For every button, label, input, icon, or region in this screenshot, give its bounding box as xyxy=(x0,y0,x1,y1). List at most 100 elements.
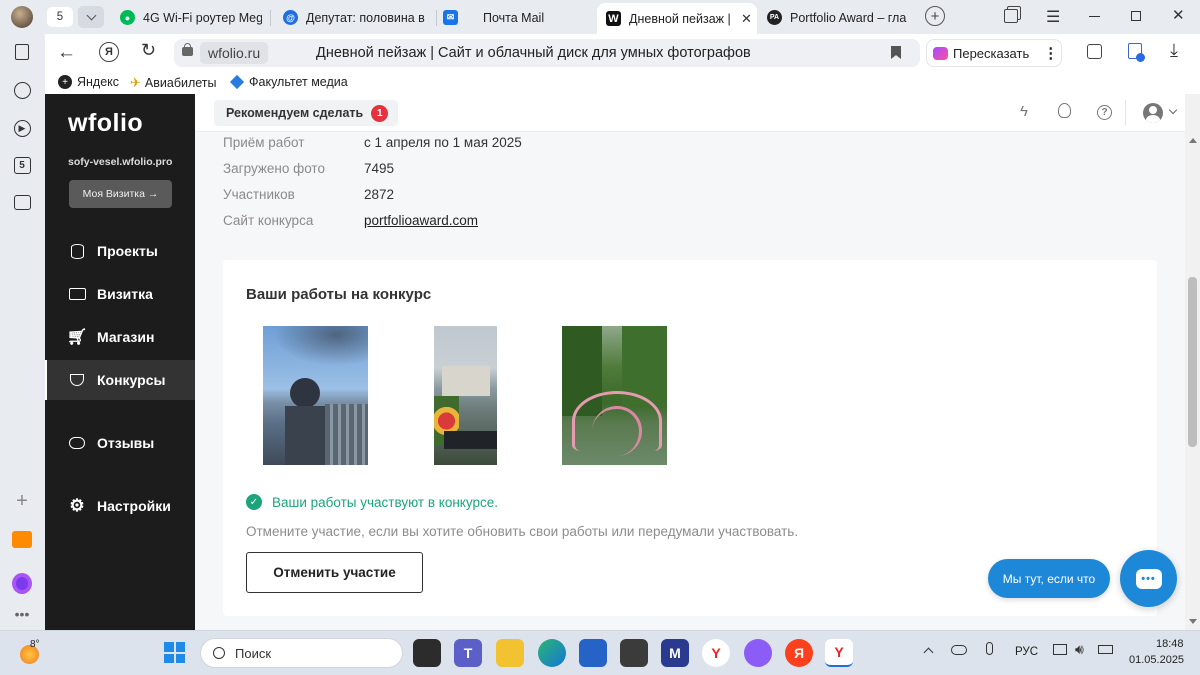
site-address[interactable]: sofy-vesel.wfolio.pro xyxy=(68,156,172,168)
nav-card[interactable]: Визитка xyxy=(45,274,195,314)
language-indicator[interactable]: РУС xyxy=(1015,646,1038,658)
yandex-home-icon[interactable]: Я xyxy=(99,42,119,62)
lightning-icon[interactable]: ϟ xyxy=(1020,103,1028,120)
scroll-up-icon[interactable] xyxy=(1189,138,1197,143)
teams-icon[interactable]: T xyxy=(454,639,482,667)
volume-icon[interactable]: 🔊︎ xyxy=(1075,641,1084,658)
clock-time[interactable]: 18:48 xyxy=(1156,638,1184,650)
clock-date[interactable]: 01.05.2025 xyxy=(1129,654,1184,666)
nav-projects[interactable]: Проекты xyxy=(45,231,195,271)
retell-label: Пересказать xyxy=(953,45,1030,61)
scroll-down-icon[interactable] xyxy=(1189,619,1197,624)
download-icon[interactable]: ⤓ xyxy=(1170,40,1178,61)
add-panel-icon[interactable]: + xyxy=(12,490,32,512)
tray-chevron-up-icon[interactable] xyxy=(923,647,934,658)
collections-icon[interactable] xyxy=(1004,9,1018,23)
tab-portfolio-award[interactable]: PA Portfolio Award – гла xyxy=(767,4,915,31)
battery-icon[interactable] xyxy=(1098,645,1113,654)
mail-app-icon[interactable] xyxy=(12,529,32,549)
url-box[interactable]: wfolio.ru Дневной пейзаж | Сайт и облачн… xyxy=(174,39,920,67)
tab-counter[interactable]: 5 xyxy=(47,7,73,27)
yandex-app-icon[interactable]: Я xyxy=(785,639,813,667)
cart-icon: 🛒︎ xyxy=(66,329,88,346)
more-vertical-icon[interactable]: ⋮ xyxy=(1043,44,1058,62)
browser-tab-bar: 5 ● 4G Wi-Fi роутер Meg @ Депутат: полов… xyxy=(0,0,1200,34)
chevron-down-icon xyxy=(86,10,96,20)
menu-icon[interactable]: ☰ xyxy=(1046,7,1060,27)
wfolio-logo[interactable]: wfolio xyxy=(68,109,143,138)
tab-mail[interactable]: ✉ Почта Mail xyxy=(443,4,588,31)
nav-shop[interactable]: 🛒︎ Магазин xyxy=(45,317,195,357)
scrollbar-thumb[interactable] xyxy=(1188,277,1197,447)
new-tab-plus-icon[interactable]: + xyxy=(925,6,945,26)
yandex-active-icon[interactable]: Y xyxy=(825,639,853,667)
restore-icon[interactable] xyxy=(1131,11,1141,21)
alice-taskbar-icon[interactable] xyxy=(744,639,772,667)
close-tab-icon[interactable]: ✕ xyxy=(741,11,752,27)
bookmark-icon[interactable] xyxy=(891,46,901,59)
page-scrollbar[interactable] xyxy=(1185,94,1200,630)
id-card-icon xyxy=(68,288,86,300)
tabs-panel-icon[interactable] xyxy=(12,42,32,62)
tab-wfolio-active[interactable]: W Дневной пейзаж | ✕ xyxy=(597,3,757,34)
file-explorer-icon[interactable] xyxy=(496,639,524,667)
yandex-browser-icon[interactable]: Y xyxy=(702,639,730,667)
chat-bubbles-icon xyxy=(68,437,86,449)
cloud-sync-icon[interactable] xyxy=(951,645,967,655)
app-cube-icon[interactable] xyxy=(620,639,648,667)
entry-photo-1[interactable] xyxy=(263,326,368,465)
chevron-down-icon[interactable] xyxy=(1168,105,1178,115)
taskbar-search[interactable]: Поиск xyxy=(200,638,403,668)
alice-icon[interactable] xyxy=(12,572,32,594)
task-view-icon[interactable] xyxy=(413,639,441,667)
display-icon[interactable] xyxy=(1053,644,1067,655)
bookmark-yandex[interactable]: + Яндекс xyxy=(58,75,119,89)
nav-settings[interactable]: ⚙ Настройки xyxy=(45,486,195,526)
retell-button[interactable]: Пересказать ⋮ xyxy=(926,39,1062,67)
tab-news[interactable]: @ Депутат: половина в xyxy=(283,4,428,31)
entry-photo-3[interactable] xyxy=(562,326,667,465)
tab-megafon[interactable]: ● 4G Wi-Fi роутер Meg xyxy=(120,4,262,31)
back-icon[interactable]: ← xyxy=(57,43,76,62)
cancel-participation-button[interactable]: Отменить участие xyxy=(246,552,423,593)
reload-icon[interactable]: ↻ xyxy=(141,40,156,61)
chat-bubble[interactable]: Мы тут, если что xyxy=(988,559,1110,598)
entry-photo-2[interactable] xyxy=(434,326,497,465)
lightbulb-icon[interactable] xyxy=(1058,103,1071,118)
search-icon xyxy=(213,647,225,659)
minimize-icon[interactable] xyxy=(1089,16,1100,18)
more-dots-icon[interactable]: ••• xyxy=(12,604,32,624)
nav-contests[interactable]: Конкурсы xyxy=(45,360,195,400)
nav-reviews[interactable]: Отзывы xyxy=(45,423,195,463)
extension-icon[interactable] xyxy=(1128,43,1145,62)
chat-open-button[interactable]: ••• xyxy=(1120,550,1177,607)
recommend-button[interactable]: Рекомендуем сделать 1 xyxy=(214,100,399,126)
play-icon[interactable]: ▶ xyxy=(12,118,32,138)
close-window-icon[interactable]: ✕ xyxy=(1172,6,1185,24)
history-clock-icon[interactable] xyxy=(12,80,32,100)
my-card-button[interactable]: Моя Визитка → xyxy=(69,180,172,208)
microphone-icon[interactable] xyxy=(986,642,993,655)
bookmark-avia[interactable]: ✈ Авиабилеты xyxy=(130,75,217,91)
tab-count-icon[interactable]: 5 xyxy=(12,155,32,175)
browser-side-rail: ▶ 5 + ••• xyxy=(0,34,45,630)
start-button[interactable] xyxy=(164,642,185,663)
url-domain[interactable]: wfolio.ru xyxy=(200,42,269,64)
contest-site-link[interactable]: portfolioaward.com xyxy=(364,213,478,228)
edge-icon[interactable] xyxy=(538,639,566,667)
tabs-dropdown-button[interactable] xyxy=(78,6,104,28)
app-topbar: Рекомендуем сделать 1 ϟ ? xyxy=(195,94,1185,132)
screenshot-icon[interactable] xyxy=(12,192,32,212)
main-content: Рекомендуем сделать 1 ϟ ? Приём работ с … xyxy=(195,94,1185,630)
tab-title: Дневной пейзаж | xyxy=(629,11,731,26)
weather-widget[interactable]: 8° xyxy=(18,639,42,664)
translate-icon[interactable] xyxy=(1087,44,1102,59)
bookmark-media[interactable]: Факультет медиа xyxy=(229,74,348,90)
help-icon[interactable]: ? xyxy=(1097,105,1112,120)
user-avatar-icon[interactable] xyxy=(1143,103,1163,123)
card-title: Ваши работы на конкурс xyxy=(246,286,432,303)
profile-avatar[interactable] xyxy=(11,6,33,28)
app-m-icon[interactable]: M xyxy=(661,639,689,667)
portfolio-award-icon: PA xyxy=(767,10,782,25)
store-icon[interactable] xyxy=(579,639,607,667)
